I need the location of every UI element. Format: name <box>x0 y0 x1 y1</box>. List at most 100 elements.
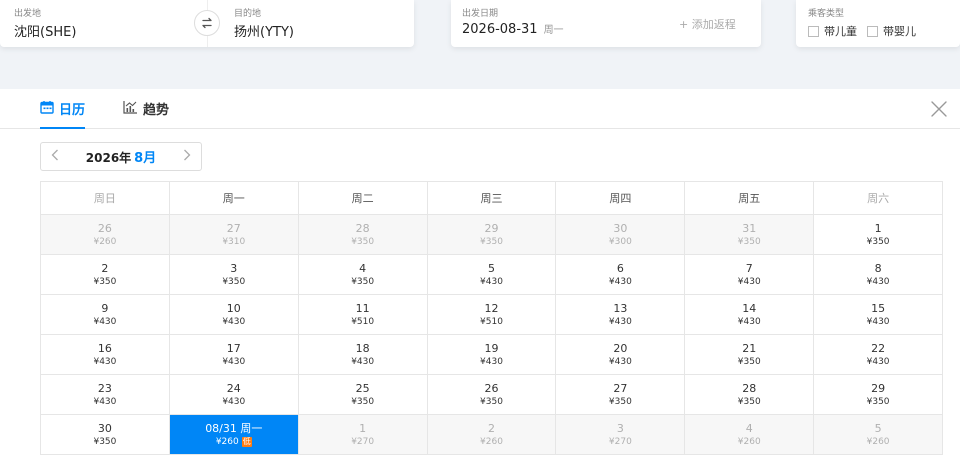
route-card: 出发地 沈阳(SHE) 目的地 扬州(YTY) <box>0 0 414 47</box>
infant-checkbox-box[interactable] <box>867 25 878 37</box>
infant-checkbox[interactable]: 带婴儿 <box>867 23 916 39</box>
day-price: ¥430 <box>866 276 890 287</box>
destination-value: 扬州(YTY) <box>234 25 294 40</box>
day-number: 6 <box>616 261 624 275</box>
day-number: 5 <box>488 261 495 275</box>
calendar-day[interactable]: 30 ¥300 <box>556 215 686 255</box>
day-price-row: ¥430 <box>480 356 503 368</box>
child-checkbox[interactable]: 带儿童 <box>808 23 857 39</box>
day-price: ¥430 <box>866 356 890 367</box>
day-price-row: ¥350 <box>351 236 374 248</box>
day-number: 24 <box>226 381 241 395</box>
calendar-day[interactable]: 26 ¥260 <box>41 215 170 255</box>
calendar-day[interactable]: 23 ¥430 <box>41 375 170 415</box>
day-price-row: ¥350 <box>351 396 374 408</box>
calendar-day[interactable]: 18 ¥430 <box>298 335 428 375</box>
day-price: ¥350 <box>351 236 375 247</box>
calendar-day[interactable]: 10 ¥430 <box>169 295 299 335</box>
calendar-day[interactable]: 28 ¥350 <box>298 215 428 255</box>
calendar-day[interactable]: 22 ¥430 <box>814 335 944 375</box>
swap-button[interactable] <box>194 10 220 36</box>
calendar-day[interactable]: 31 ¥350 <box>685 215 815 255</box>
calendar-day[interactable]: 4 ¥350 <box>298 255 428 295</box>
trend-chart-icon <box>123 101 137 114</box>
day-price-row: ¥300 <box>609 236 632 248</box>
day-price-row: ¥510 <box>351 316 374 328</box>
day-number: 3 <box>230 261 238 275</box>
calendar-day[interactable]: 9 ¥430 <box>41 295 170 335</box>
day-price-row: ¥430 <box>222 356 245 368</box>
next-month-button[interactable] <box>183 149 191 165</box>
calendar-day[interactable]: 4 ¥260 <box>685 415 815 455</box>
close-button[interactable] <box>930 100 948 118</box>
day-number: 12 <box>484 301 499 315</box>
calendar-day[interactable]: 28 ¥350 <box>685 375 815 415</box>
calendar-day[interactable]: 30 ¥350 <box>41 415 170 455</box>
day-number: 7 <box>745 261 753 275</box>
calendar-day[interactable]: 7 ¥430 <box>685 255 815 295</box>
calendar-day[interactable]: 6 ¥430 <box>556 255 686 295</box>
flight-search-page: 出发地 沈阳(SHE) 目的地 扬州(YTY) 出发日期 2026-08-31 周… <box>0 0 960 475</box>
swap-arrows-icon <box>202 17 212 29</box>
calendar-day[interactable]: 27 ¥350 <box>556 375 686 415</box>
tab-calendar[interactable]: 日历 <box>40 99 86 129</box>
day-number: 15 <box>871 301 886 315</box>
day-price-row: ¥430 <box>93 316 116 328</box>
calendar-day[interactable]: 11 ¥510 <box>298 295 428 335</box>
departure-date-field[interactable]: 出发日期 2026-08-31 周一 <box>451 0 661 47</box>
calendar-day-selected[interactable]: 08/31 周一 ¥260 低 <box>169 415 299 455</box>
calendar-day[interactable]: 16 ¥430 <box>41 335 170 375</box>
calendar-day[interactable]: 27 ¥310 <box>169 215 299 255</box>
day-price: ¥350 <box>866 236 890 247</box>
day-price-row: ¥350 <box>738 236 761 248</box>
prev-month-button[interactable] <box>51 149 59 165</box>
destination-field[interactable]: 目的地 扬州(YTY) <box>222 0 412 47</box>
calendar-day[interactable]: 1 ¥270 <box>298 415 428 455</box>
passenger-type-card: 乘客类型 带儿童 带婴儿 <box>796 0 960 47</box>
calendar-day[interactable]: 12 ¥510 <box>427 295 557 335</box>
day-number: 4 <box>359 261 367 275</box>
day-price-row: ¥350 <box>93 276 116 288</box>
day-price: ¥430 <box>480 276 503 287</box>
day-price: ¥430 <box>93 396 117 407</box>
calendar-day[interactable]: 17 ¥430 <box>169 335 299 375</box>
day-price: ¥350 <box>351 276 375 287</box>
calendar-day[interactable]: 5 ¥260 <box>814 415 944 455</box>
origin-field[interactable]: 出发地 沈阳(SHE) <box>0 0 190 47</box>
calendar-day[interactable]: 29 ¥350 <box>814 375 944 415</box>
calendar-day[interactable]: 13 ¥430 <box>556 295 686 335</box>
calendar-day[interactable]: 15 ¥430 <box>814 295 944 335</box>
calendar-day[interactable]: 21 ¥350 <box>685 335 815 375</box>
calendar-week-row: 30 ¥350 08/31 周一 ¥260 低 1 ¥270 2 ¥260 3 ¥270 4 ¥260 5… <box>41 415 944 455</box>
tab-trend[interactable]: 趋势 <box>123 99 169 129</box>
calendar-day[interactable]: 8 ¥430 <box>814 255 944 295</box>
calendar-day[interactable]: 29 ¥350 <box>427 215 557 255</box>
child-checkbox-box[interactable] <box>808 25 819 37</box>
add-return-button[interactable]: + 添加返程 <box>679 16 736 32</box>
calendar-day[interactable]: 20 ¥430 <box>556 335 686 375</box>
day-price: ¥260 <box>866 436 890 447</box>
day-number: 17 <box>226 341 241 355</box>
calendar-day[interactable]: 1 ¥350 <box>814 215 944 255</box>
calendar-week-row: 16 ¥430 17 ¥430 18 ¥430 19 ¥430 20 ¥430 21 ¥350 22 ¥4… <box>41 335 944 375</box>
calendar-panel: 日历 趋势 2026年 8月 周日 周一 周二 周三 周四 周五 周六 26 ¥… <box>0 89 960 475</box>
departure-weekday: 周一 <box>543 25 564 36</box>
day-number: 1 <box>874 221 882 235</box>
day-number: 31 <box>742 221 757 235</box>
day-price-row: ¥350 <box>351 276 374 288</box>
passenger-options: 带儿童 带婴儿 <box>808 23 916 39</box>
calendar-day[interactable]: 5 ¥430 <box>427 255 557 295</box>
calendar-day[interactable]: 26 ¥350 <box>427 375 557 415</box>
day-price: ¥350 <box>608 396 632 407</box>
calendar-day[interactable]: 3 ¥350 <box>169 255 299 295</box>
calendar-day[interactable]: 24 ¥430 <box>169 375 299 415</box>
day-price-row: ¥350 <box>222 276 245 288</box>
day-price: ¥510 <box>351 316 375 327</box>
calendar-day[interactable]: 3 ¥270 <box>556 415 686 455</box>
calendar-day[interactable]: 2 ¥350 <box>41 255 170 295</box>
calendar-day[interactable]: 25 ¥350 <box>298 375 428 415</box>
calendar-day[interactable]: 19 ¥430 <box>427 335 557 375</box>
calendar-week-row: 23 ¥430 24 ¥430 25 ¥350 26 ¥350 27 ¥350 28 ¥350 29 ¥3… <box>41 375 944 415</box>
calendar-day[interactable]: 2 ¥260 <box>427 415 557 455</box>
calendar-day[interactable]: 14 ¥430 <box>685 295 815 335</box>
